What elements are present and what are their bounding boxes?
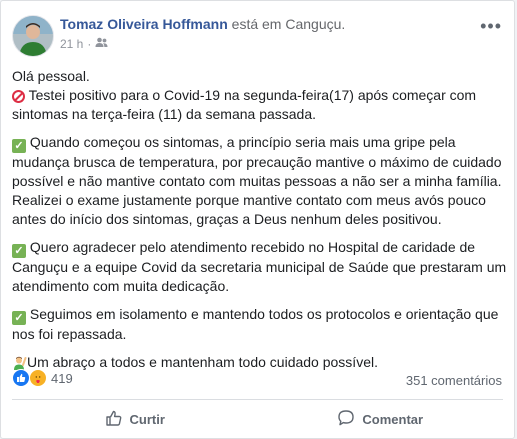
post-line-text: Quando começou os sintomas, a princípio … [12, 134, 502, 227]
divider [12, 399, 503, 400]
post-paragraph: ✓ Quando começou os sintomas, a princípi… [12, 133, 507, 229]
check-mark-icon: ✓ [12, 139, 26, 153]
care-icon [29, 369, 47, 387]
more-options-icon[interactable]: ••• [480, 16, 502, 37]
post-line: Testei positivo para o Covid-19 na segun… [12, 86, 507, 124]
location-text: está em Canguçu. [227, 16, 346, 32]
post-paragraph: ✓ Quero agradecer pelo atendimento receb… [12, 238, 507, 296]
avatar[interactable] [12, 15, 54, 57]
friends-icon[interactable] [95, 37, 108, 51]
post-line-text: Olá pessoal. [12, 68, 90, 84]
post-line-text: Um abraço a todos e mantenham todo cuida… [27, 354, 378, 370]
post-line-text: Testei positivo para o Covid-19 na segun… [12, 87, 477, 122]
like-label: Curtir [129, 411, 165, 427]
post-line: ✓ Seguimos em isolamento e mantendo todo… [12, 305, 507, 344]
comment-label: Comentar [362, 411, 424, 427]
reaction-count: 419 [51, 370, 73, 386]
post-timestamp[interactable]: 21 h [60, 37, 83, 51]
meta-separator: · [87, 37, 92, 51]
no-entry-icon [12, 90, 25, 103]
like-icon [12, 369, 30, 387]
check-mark-icon: ✓ [12, 244, 26, 258]
action-bar: Curtir Comentar [12, 401, 503, 437]
post-card: Tomaz Oliveira Hoffmann está em Canguçu.… [0, 0, 515, 439]
author-name[interactable]: Tomaz Oliveira Hoffmann [60, 16, 228, 32]
like-button[interactable]: Curtir [12, 401, 258, 437]
post-line-text: Seguimos em isolamento e mantendo todos … [12, 306, 499, 342]
comment-icon [337, 409, 355, 430]
post-line: Olá pessoal. [12, 67, 507, 86]
person-raising-hand-icon [12, 355, 27, 370]
post-header: Tomaz Oliveira Hoffmann está em Canguçu.… [12, 12, 504, 57]
author-line: Tomaz Oliveira Hoffmann está em Canguçu. [60, 16, 345, 32]
reactions-summary[interactable]: 419 [12, 369, 73, 387]
post-line: Um abraço a todos e mantenham todo cuida… [12, 353, 507, 372]
avatar-image [13, 16, 53, 56]
post-line: ✓ Quando começou os sintomas, a princípi… [12, 133, 507, 229]
post-paragraph: Um abraço a todos e mantenham todo cuida… [12, 353, 507, 372]
post-line: ✓ Quero agradecer pelo atendimento receb… [12, 238, 507, 296]
comments-count[interactable]: 351 comentários [406, 373, 502, 388]
post-paragraph: ✓ Seguimos em isolamento e mantendo todo… [12, 305, 507, 344]
post-body: Olá pessoal. Testei positivo para o Covi… [12, 67, 507, 381]
post-meta: 21 h · [60, 37, 108, 51]
thumbs-up-icon [105, 409, 123, 430]
post-line-text: Quero agradecer pelo atendimento recebid… [12, 239, 507, 294]
comment-button[interactable]: Comentar [258, 401, 504, 437]
post-paragraph: Olá pessoal. Testei positivo para o Covi… [12, 67, 507, 124]
check-mark-icon: ✓ [12, 311, 26, 325]
